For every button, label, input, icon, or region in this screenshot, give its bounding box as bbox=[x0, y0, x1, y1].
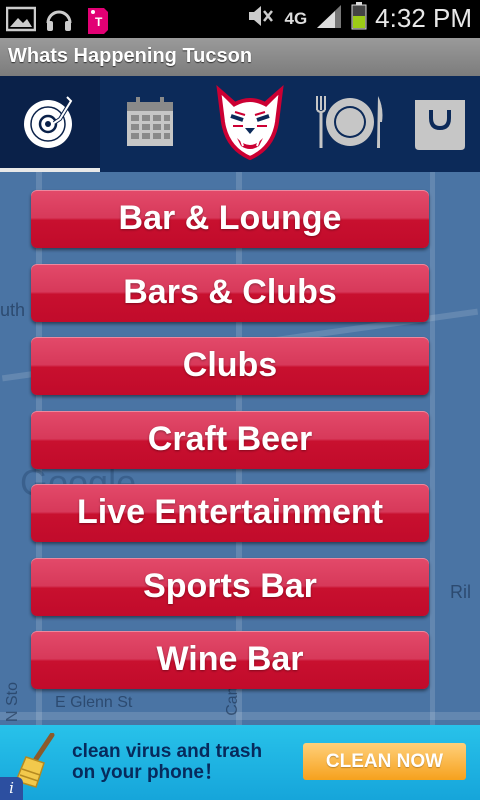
battery-icon bbox=[351, 2, 367, 35]
ad-line-2: on your phone！ bbox=[72, 762, 223, 783]
plate-icon bbox=[314, 92, 386, 157]
app-title-bar: Whats Happening Tucson bbox=[0, 38, 480, 76]
notification-icons: T bbox=[5, 4, 112, 39]
category-menu: Bar & Lounge Bars & Clubs Clubs Craft Be… bbox=[31, 190, 429, 705]
sports-bar-button[interactable]: Sports Bar bbox=[31, 557, 429, 616]
wildcat-logo-icon bbox=[213, 82, 287, 167]
category-tab-bar bbox=[0, 76, 480, 172]
mute-icon bbox=[246, 3, 276, 34]
gallery-icon bbox=[5, 6, 37, 37]
clock: 4:32 PM bbox=[375, 3, 472, 33]
clean-now-button[interactable]: CLEAN NOW bbox=[303, 743, 466, 780]
tab-calendar[interactable] bbox=[100, 76, 200, 172]
wine-bar-button[interactable]: Wine Bar bbox=[31, 631, 429, 689]
calendar-icon bbox=[124, 94, 176, 155]
clubs-button[interactable]: Clubs bbox=[31, 337, 429, 395]
ad-message: clean virus and trash on your phone！ bbox=[72, 741, 262, 783]
map-label: Ril bbox=[450, 582, 471, 602]
bars-clubs-button[interactable]: Bars & Clubs bbox=[31, 263, 429, 322]
shopping-bag-icon bbox=[411, 92, 469, 157]
map-label: N Sto bbox=[4, 682, 21, 723]
tmobile-icon: T bbox=[82, 4, 112, 39]
tab-wildcats[interactable] bbox=[200, 76, 300, 172]
network-type: 4G bbox=[284, 9, 308, 28]
system-icons: 4G 4:32 PM bbox=[246, 2, 472, 35]
tab-music[interactable] bbox=[0, 76, 100, 172]
live-entertainment-button[interactable]: Live Entertainment bbox=[31, 484, 429, 542]
app-title: Whats Happening Tucson bbox=[8, 45, 253, 67]
craft-beer-button[interactable]: Craft Beer bbox=[31, 410, 429, 469]
tab-dining[interactable] bbox=[300, 76, 400, 172]
map-label: uth bbox=[0, 300, 26, 320]
ad-line-1: clean virus and trash bbox=[72, 741, 263, 762]
bar-lounge-button[interactable]: Bar & Lounge bbox=[31, 190, 429, 248]
ad-info-icon[interactable]: i bbox=[0, 777, 23, 800]
turntable-icon bbox=[21, 93, 79, 156]
headset-icon bbox=[44, 5, 74, 38]
signal-icon bbox=[315, 3, 343, 34]
svg-text:T: T bbox=[95, 15, 103, 29]
tab-shopping[interactable] bbox=[400, 76, 480, 172]
status-bar: T 4G 4:32 PM bbox=[0, 0, 480, 38]
ad-banner[interactable]: clean virus and trash on your phone！ CLE… bbox=[0, 725, 480, 800]
